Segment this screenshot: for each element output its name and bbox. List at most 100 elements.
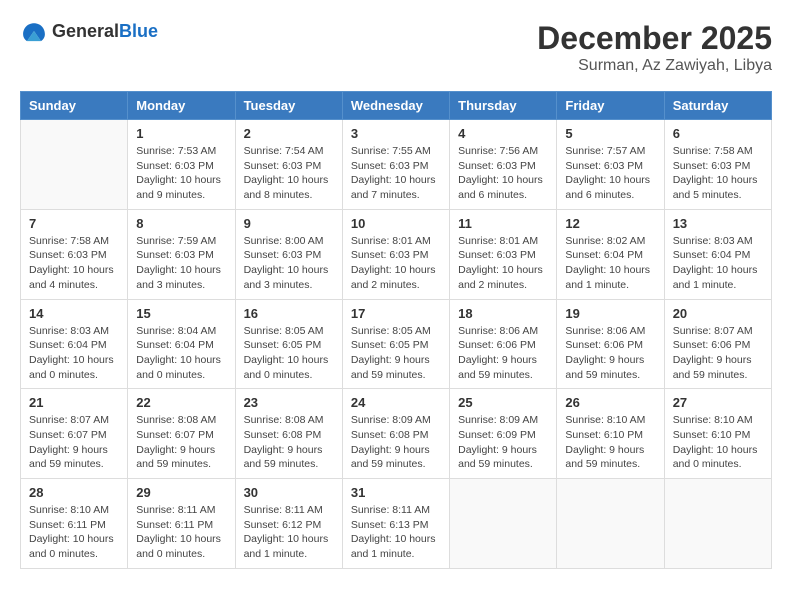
- day-number: 3: [351, 126, 441, 141]
- day-info: Sunrise: 8:11 AM Sunset: 6:11 PM Dayligh…: [136, 503, 226, 562]
- day-number: 13: [673, 216, 763, 231]
- calendar-table: SundayMondayTuesdayWednesdayThursdayFrid…: [20, 91, 772, 569]
- calendar-cell: 7Sunrise: 7:58 AM Sunset: 6:03 PM Daylig…: [21, 209, 128, 299]
- calendar-day-header: Monday: [128, 92, 235, 120]
- calendar-cell: 30 Sunrise: 8:11 AM Sunset: 6:12 PM Dayli…: [235, 479, 342, 569]
- week-row: 1 Sunrise: 7:53 AM Sunset: 6:03 PM Daylig…: [21, 120, 772, 210]
- calendar-cell: 4 Sunrise: 7:56 AM Sunset: 6:03 PM Daylig…: [450, 120, 557, 210]
- day-number: 1: [136, 126, 226, 141]
- day-info: Sunrise: 8:01 AM Sunset: 6:03 PM Dayligh…: [351, 234, 441, 293]
- calendar-cell: 25 Sunrise: 8:09 AM Sunset: 6:09 PM Dayli…: [450, 389, 557, 479]
- page-header: GeneralBlue December 2025 Surman, Az Zaw…: [20, 20, 772, 75]
- calendar-cell: 14Sunrise: 8:03 AM Sunset: 6:04 PM Dayli…: [21, 299, 128, 389]
- week-row: 7Sunrise: 7:58 AM Sunset: 6:03 PM Daylig…: [21, 209, 772, 299]
- day-number: 23: [244, 395, 334, 410]
- calendar-cell: 21 Sunrise: 8:07 AM Sunset: 6:07 PM Dayli…: [21, 389, 128, 479]
- calendar-cell: 29 Sunrise: 8:11 AM Sunset: 6:11 PM Dayli…: [128, 479, 235, 569]
- day-info: Sunrise: 7:57 AM Sunset: 6:03 PM Dayligh…: [565, 144, 655, 203]
- calendar-cell: 27Sunrise: 8:10 AM Sunset: 6:10 PM Dayli…: [664, 389, 771, 479]
- calendar-day-header: Wednesday: [342, 92, 449, 120]
- day-number: 7: [29, 216, 119, 231]
- day-info: Sunrise: 8:09 AM Sunset: 6:08 PM Dayligh…: [351, 413, 441, 472]
- day-number: 16: [244, 306, 334, 321]
- day-info: Sunrise: 8:10 AM Sunset: 6:11 PM Dayligh…: [29, 503, 119, 562]
- calendar-cell: 16 Sunrise: 8:05 AM Sunset: 6:05 PM Dayli…: [235, 299, 342, 389]
- day-number: 25: [458, 395, 548, 410]
- logo-text: GeneralBlue: [52, 21, 158, 42]
- logo: GeneralBlue: [20, 20, 158, 42]
- day-number: 28: [29, 485, 119, 500]
- day-number: 30: [244, 485, 334, 500]
- day-number: 31: [351, 485, 441, 500]
- day-number: 12: [565, 216, 655, 231]
- day-info: Sunrise: 8:09 AM Sunset: 6:09 PM Dayligh…: [458, 413, 548, 472]
- day-info: Sunrise: 8:05 AM Sunset: 6:05 PM Dayligh…: [351, 324, 441, 383]
- day-info: Sunrise: 8:07 AM Sunset: 6:07 PM Dayligh…: [29, 413, 119, 472]
- day-number: 15: [136, 306, 226, 321]
- day-info: Sunrise: 8:11 AM Sunset: 6:12 PM Dayligh…: [244, 503, 334, 562]
- week-row: 28 Sunrise: 8:10 AM Sunset: 6:11 PM Dayli…: [21, 479, 772, 569]
- day-info: Sunrise: 8:01 AM Sunset: 6:03 PM Dayligh…: [458, 234, 548, 293]
- day-number: 8: [136, 216, 226, 231]
- day-number: 27: [673, 395, 763, 410]
- calendar-cell: 15 Sunrise: 8:04 AM Sunset: 6:04 PM Dayli…: [128, 299, 235, 389]
- calendar-day-header: Thursday: [450, 92, 557, 120]
- day-info: Sunrise: 8:08 AM Sunset: 6:08 PM Dayligh…: [244, 413, 334, 472]
- day-info: Sunrise: 7:54 AM Sunset: 6:03 PM Dayligh…: [244, 144, 334, 203]
- day-number: 24: [351, 395, 441, 410]
- calendar-cell: 6Sunrise: 7:58 AM Sunset: 6:03 PM Daylig…: [664, 120, 771, 210]
- day-number: 4: [458, 126, 548, 141]
- day-info: Sunrise: 7:59 AM Sunset: 6:03 PM Dayligh…: [136, 234, 226, 293]
- day-info: Sunrise: 8:03 AM Sunset: 6:04 PM Dayligh…: [29, 324, 119, 383]
- day-number: 6: [673, 126, 763, 141]
- day-info: Sunrise: 7:53 AM Sunset: 6:03 PM Dayligh…: [136, 144, 226, 203]
- day-info: Sunrise: 7:56 AM Sunset: 6:03 PM Dayligh…: [458, 144, 548, 203]
- calendar-cell: 12 Sunrise: 8:02 AM Sunset: 6:04 PM Dayli…: [557, 209, 664, 299]
- calendar-header-row: SundayMondayTuesdayWednesdayThursdayFrid…: [21, 92, 772, 120]
- calendar-day-header: Saturday: [664, 92, 771, 120]
- calendar-cell: 18Sunrise: 8:06 AM Sunset: 6:06 PM Dayli…: [450, 299, 557, 389]
- week-row: 14Sunrise: 8:03 AM Sunset: 6:04 PM Dayli…: [21, 299, 772, 389]
- calendar-cell: 9Sunrise: 8:00 AM Sunset: 6:03 PM Daylig…: [235, 209, 342, 299]
- day-number: 20: [673, 306, 763, 321]
- logo-blue: Blue: [119, 21, 158, 41]
- location: Surman, Az Zawiyah, Libya: [537, 57, 772, 75]
- calendar-cell: 24 Sunrise: 8:09 AM Sunset: 6:08 PM Dayli…: [342, 389, 449, 479]
- day-info: Sunrise: 7:55 AM Sunset: 6:03 PM Dayligh…: [351, 144, 441, 203]
- day-info: Sunrise: 8:06 AM Sunset: 6:06 PM Dayligh…: [565, 324, 655, 383]
- day-info: Sunrise: 8:05 AM Sunset: 6:05 PM Dayligh…: [244, 324, 334, 383]
- calendar-day-header: Tuesday: [235, 92, 342, 120]
- day-info: Sunrise: 8:00 AM Sunset: 6:03 PM Dayligh…: [244, 234, 334, 293]
- day-number: 19: [565, 306, 655, 321]
- calendar-day-header: Friday: [557, 92, 664, 120]
- day-info: Sunrise: 8:04 AM Sunset: 6:04 PM Dayligh…: [136, 324, 226, 383]
- calendar-cell: 17Sunrise: 8:05 AM Sunset: 6:05 PM Dayli…: [342, 299, 449, 389]
- calendar-cell: 3 Sunrise: 7:55 AM Sunset: 6:03 PM Daylig…: [342, 120, 449, 210]
- day-number: 22: [136, 395, 226, 410]
- day-number: 26: [565, 395, 655, 410]
- calendar-cell: 1 Sunrise: 7:53 AM Sunset: 6:03 PM Daylig…: [128, 120, 235, 210]
- day-info: Sunrise: 8:08 AM Sunset: 6:07 PM Dayligh…: [136, 413, 226, 472]
- calendar-cell: 26 Sunrise: 8:10 AM Sunset: 6:10 PM Dayli…: [557, 389, 664, 479]
- calendar-cell: [557, 479, 664, 569]
- calendar-cell: [450, 479, 557, 569]
- day-number: 2: [244, 126, 334, 141]
- day-info: Sunrise: 8:07 AM Sunset: 6:06 PM Dayligh…: [673, 324, 763, 383]
- day-number: 21: [29, 395, 119, 410]
- calendar-cell: 13Sunrise: 8:03 AM Sunset: 6:04 PM Dayli…: [664, 209, 771, 299]
- calendar-cell: 31 Sunrise: 8:11 AM Sunset: 6:13 PM Dayli…: [342, 479, 449, 569]
- calendar-cell: [664, 479, 771, 569]
- calendar-cell: 10Sunrise: 8:01 AM Sunset: 6:03 PM Dayli…: [342, 209, 449, 299]
- day-info: Sunrise: 8:06 AM Sunset: 6:06 PM Dayligh…: [458, 324, 548, 383]
- calendar-cell: 5 Sunrise: 7:57 AM Sunset: 6:03 PM Daylig…: [557, 120, 664, 210]
- day-info: Sunrise: 8:02 AM Sunset: 6:04 PM Dayligh…: [565, 234, 655, 293]
- calendar-cell: 23 Sunrise: 8:08 AM Sunset: 6:08 PM Dayli…: [235, 389, 342, 479]
- calendar-cell: 2 Sunrise: 7:54 AM Sunset: 6:03 PM Daylig…: [235, 120, 342, 210]
- calendar-cell: 22 Sunrise: 8:08 AM Sunset: 6:07 PM Dayli…: [128, 389, 235, 479]
- month-year: December 2025: [537, 20, 772, 57]
- calendar-cell: 19 Sunrise: 8:06 AM Sunset: 6:06 PM Dayli…: [557, 299, 664, 389]
- day-number: 29: [136, 485, 226, 500]
- day-info: Sunrise: 8:11 AM Sunset: 6:13 PM Dayligh…: [351, 503, 441, 562]
- day-info: Sunrise: 8:10 AM Sunset: 6:10 PM Dayligh…: [565, 413, 655, 472]
- day-number: 5: [565, 126, 655, 141]
